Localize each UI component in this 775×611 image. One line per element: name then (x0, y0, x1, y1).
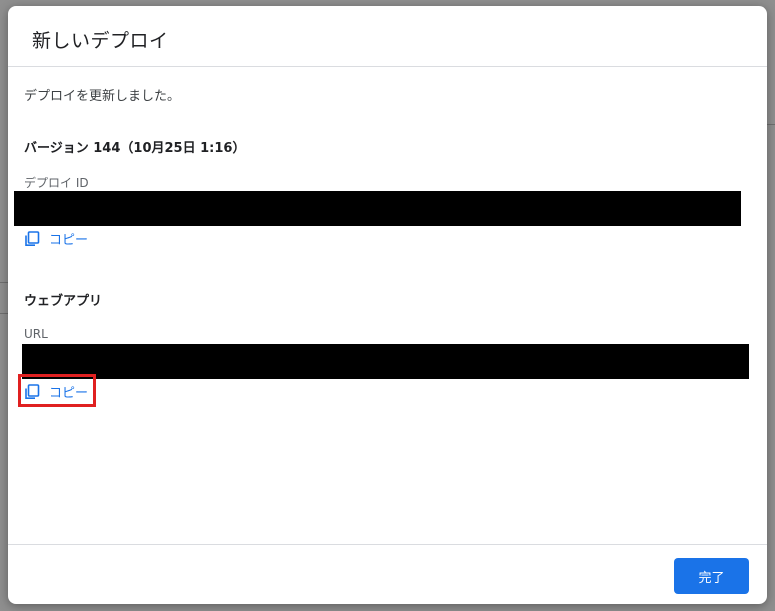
url-value-redacted (22, 344, 749, 379)
background-divider (767, 124, 775, 125)
dialog-footer: 完了 (8, 544, 767, 604)
copy-deploy-id-label: コピー (49, 233, 89, 248)
url-label: URL (24, 327, 48, 341)
version-heading: バージョン 144（10月25日 1:16） (24, 141, 246, 156)
web-app-heading: ウェブアプリ (24, 294, 103, 309)
done-button[interactable]: 完了 (674, 558, 749, 594)
deploy-id-label: デプロイ ID (24, 176, 89, 190)
new-deploy-dialog: 新しいデプロイ デプロイを更新しました。 バージョン 144（10月25日 1:… (8, 6, 767, 604)
background-divider (0, 282, 8, 283)
highlight-annotation (18, 374, 96, 407)
deploy-updated-message: デプロイを更新しました。 (24, 89, 181, 104)
copy-icon (24, 230, 40, 247)
dialog-title: 新しいデプロイ (32, 30, 169, 52)
copy-deploy-id-button[interactable]: コピー (24, 229, 88, 248)
dialog-header: 新しいデプロイ (8, 6, 767, 67)
deploy-id-value-redacted (14, 191, 741, 226)
background-divider (0, 313, 8, 314)
